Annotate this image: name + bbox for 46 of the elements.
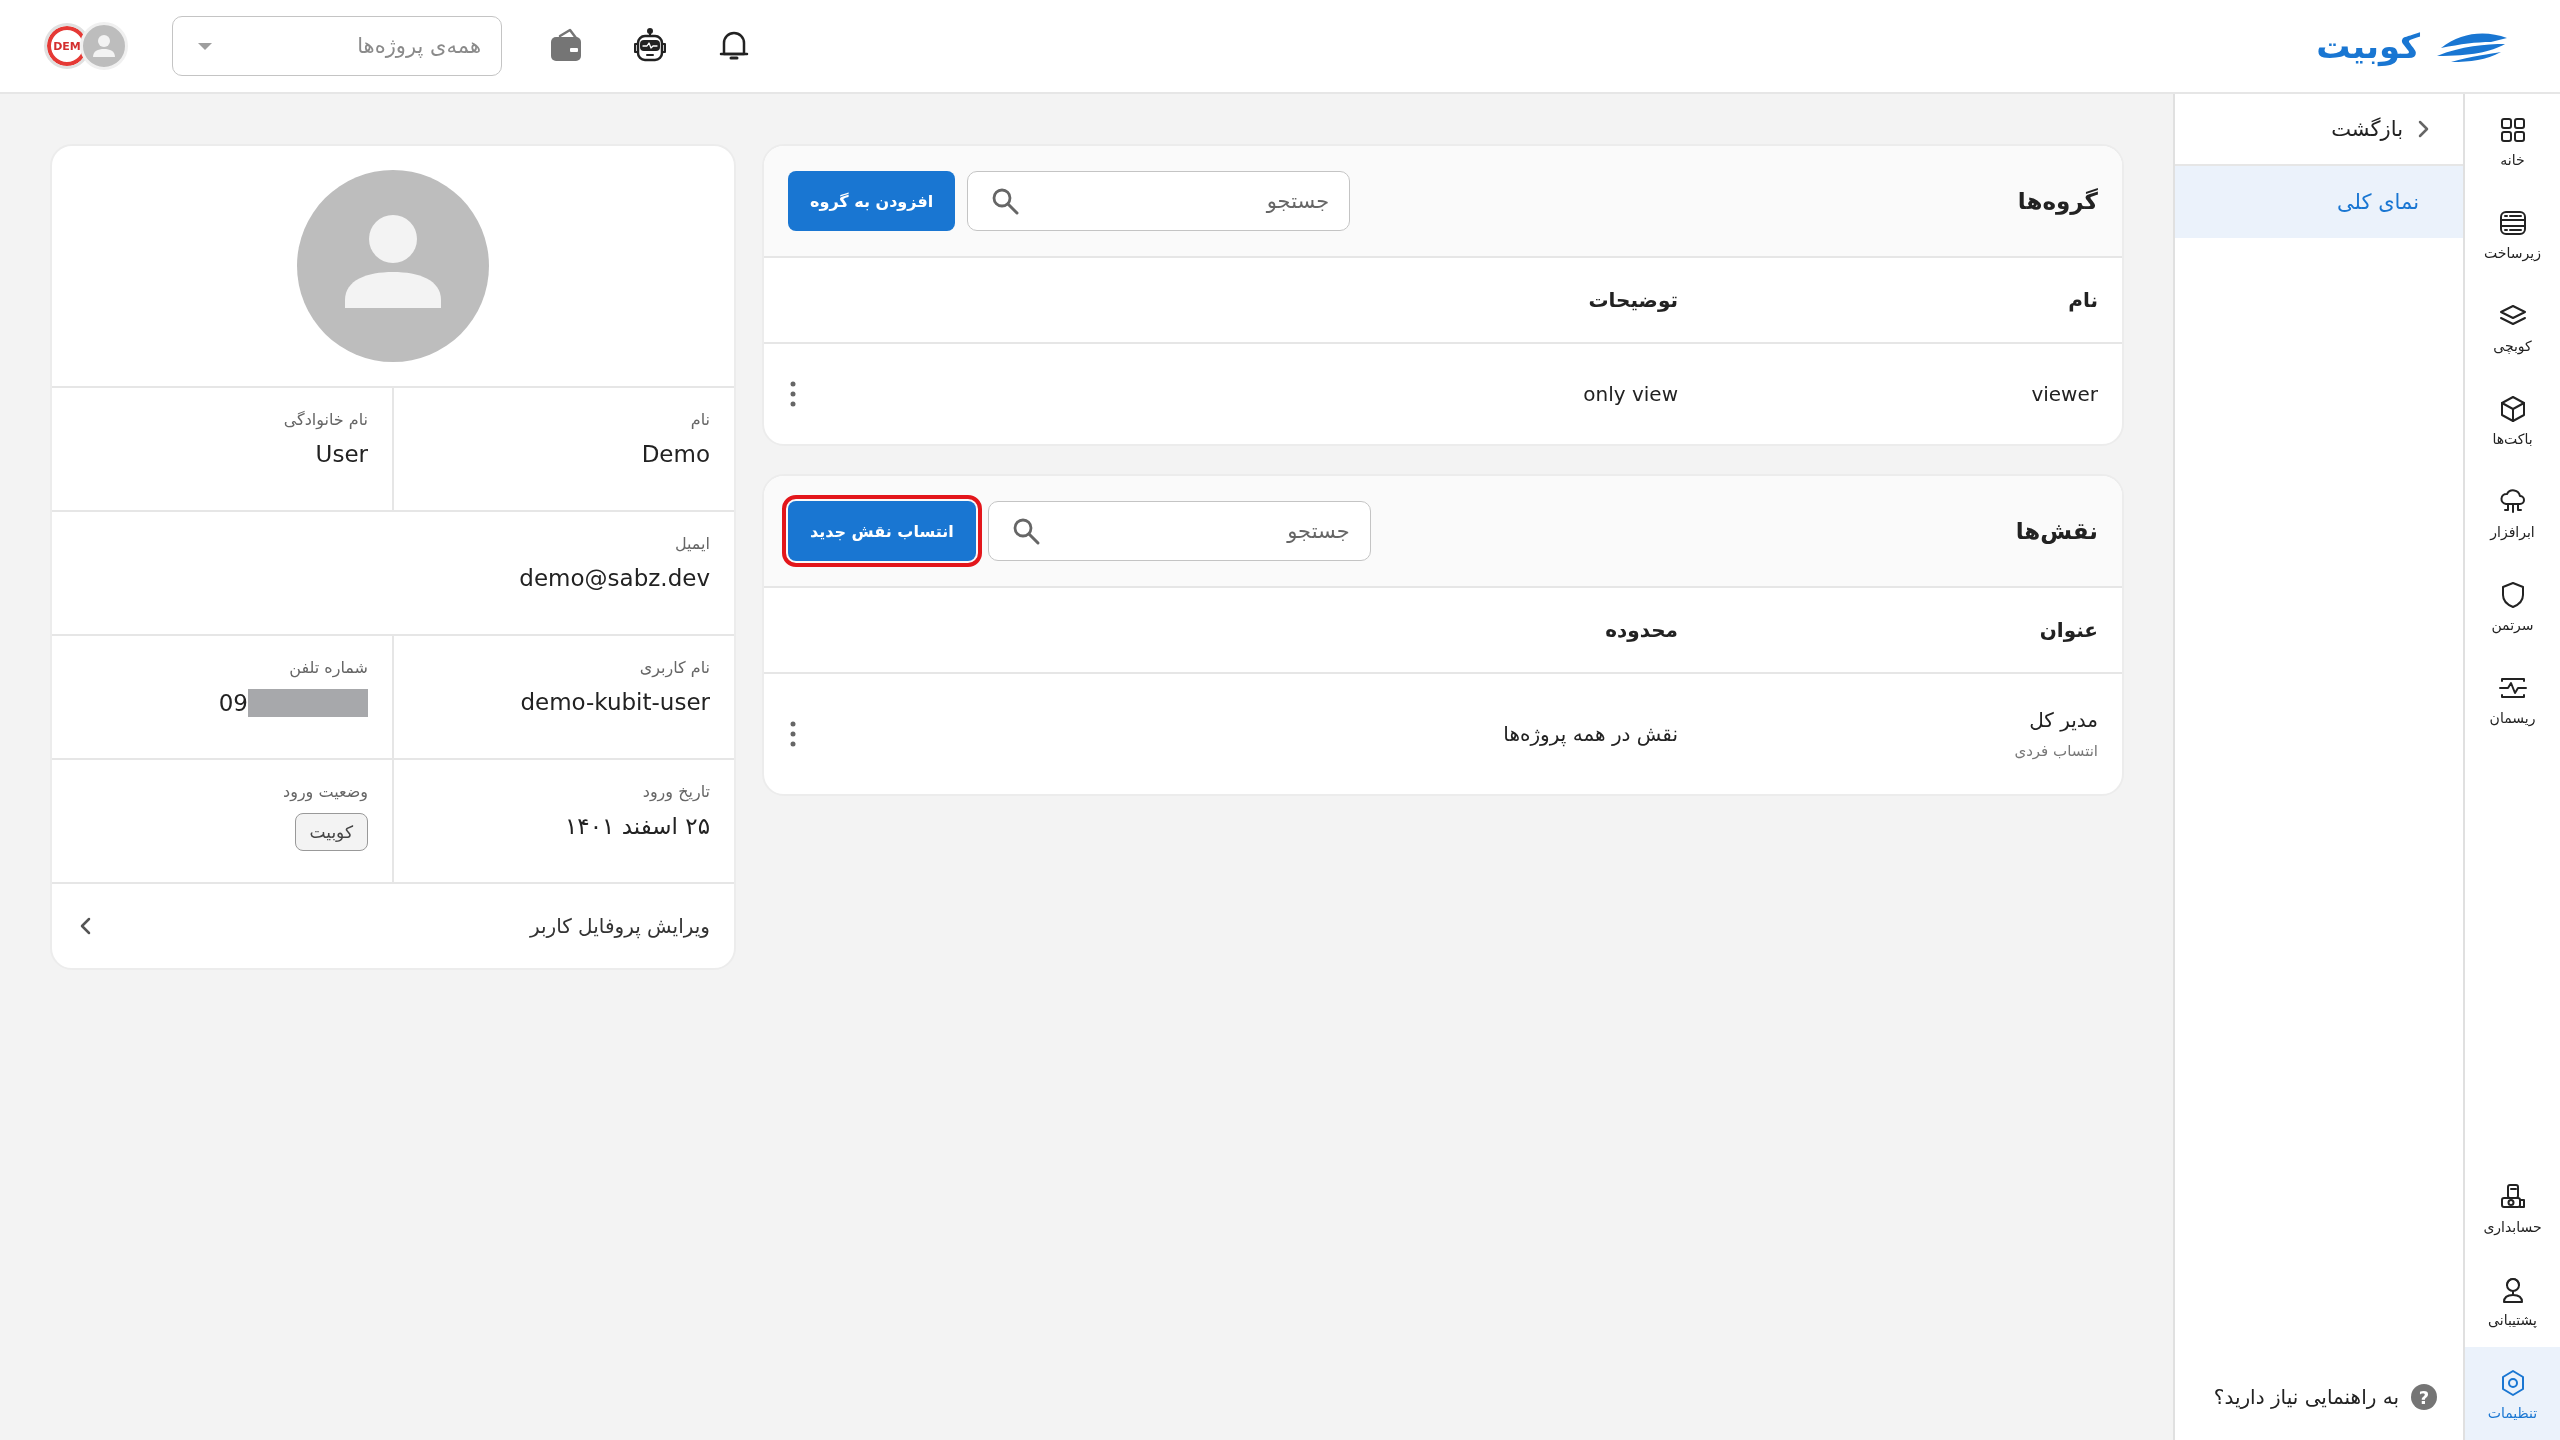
table-cell-subtitle: انتساب فردی (2013, 742, 2098, 760)
nav-rail-item[interactable]: زیرساخت (2465, 187, 2560, 280)
field-value: 09 (218, 690, 248, 716)
nav-rail-item[interactable]: حسابداری (2465, 1161, 2560, 1254)
table-cell-text: viewer (2030, 382, 2098, 406)
column-header: نام (2067, 288, 2098, 312)
field-label: شماره تلفن (289, 658, 368, 677)
status-chip: کوبیت (294, 813, 368, 851)
nav-rail-item[interactable]: ابرافزار (2465, 466, 2560, 559)
table-cell-text: مدیر کل (2028, 708, 2098, 732)
nav-rail-item[interactable]: کوبچی (2465, 280, 2560, 373)
nav-rail-item[interactable]: باکت‌ها (2465, 373, 2560, 466)
table-cell-text: only view (1582, 382, 1678, 406)
table-cell-text: نقش در همه پروژه‌ها (1502, 722, 1678, 746)
side-menu-item[interactable]: نمای کلی (2175, 166, 2463, 238)
column-header: محدوده (1604, 618, 1678, 642)
field-value: User (315, 441, 368, 467)
card-title: نقش‌ها (2015, 518, 2098, 544)
nav-rail-item[interactable]: تنظیمات (2465, 1347, 2560, 1440)
field-label: تاریخ ورود (642, 782, 710, 801)
field-value: demo-kubit-user (520, 689, 710, 715)
nav-rail-item[interactable]: ریسمان (2465, 652, 2560, 745)
field-label: وضعیت ورود (283, 782, 368, 801)
edit-profile-link[interactable]: ویرایش پروفایل کاربر (529, 914, 710, 938)
search-field[interactable]: جستجو (967, 171, 1351, 231)
search-field[interactable]: جستجو (987, 501, 1371, 561)
help-icon[interactable]: ? (2411, 1384, 2437, 1410)
more-icon[interactable] (788, 379, 798, 409)
search-icon (990, 186, 1021, 216)
column-header: توضیحات (1587, 288, 1678, 312)
field-label: نام کاربری (639, 658, 710, 677)
field-label: نام خانوادگی (283, 410, 368, 429)
field-label: نام (690, 410, 710, 429)
nav-rail-item[interactable]: پشتیبانی (2465, 1254, 2560, 1347)
action-button[interactable]: افزودن به گروه (788, 171, 956, 231)
card-title: گروه‌ها (2017, 188, 2098, 214)
logo-text: کوبیت (2316, 26, 2420, 66)
nav-rail-item[interactable]: خانه (2465, 94, 2560, 187)
field-value: Demo (641, 441, 710, 467)
nav-rail-item[interactable]: سرتمن (2465, 559, 2560, 652)
help-link[interactable]: به راهنمایی نیاز دارید؟ (2213, 1385, 2399, 1409)
field-value: demo@sabz.dev (519, 565, 710, 591)
column-header: عنوان (2038, 618, 2098, 642)
more-icon[interactable] (788, 719, 798, 749)
field-label: ایمیل (674, 534, 710, 553)
field-value: ۲۵ اسفند ۱۴۰۱ (564, 813, 710, 839)
